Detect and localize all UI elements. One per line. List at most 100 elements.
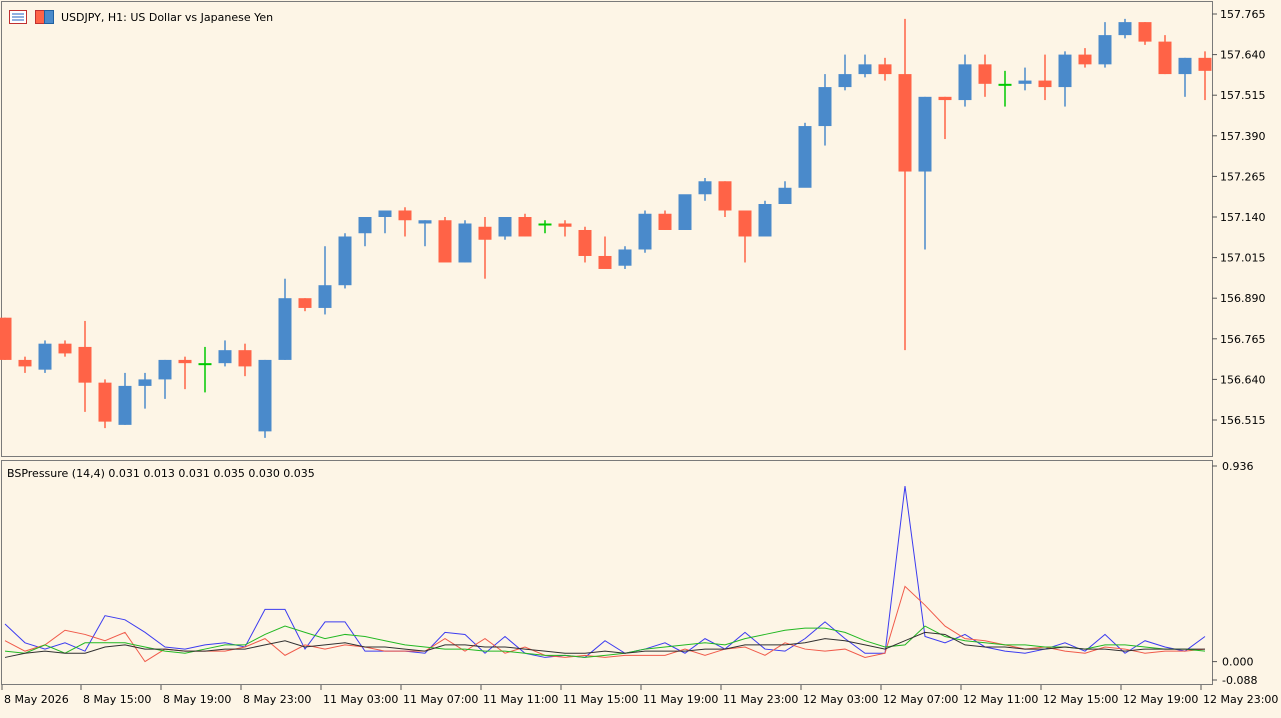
time-tick-label: 11 May 11:00 xyxy=(483,693,558,706)
one-click-trading-icon[interactable] xyxy=(35,10,54,24)
price-tick-label: 157.390 xyxy=(1220,130,1266,143)
time-tick-label: 8 May 19:00 xyxy=(163,693,231,706)
time-tick-label: 12 May 11:00 xyxy=(963,693,1038,706)
candle xyxy=(638,210,652,253)
candle-body xyxy=(138,379,152,386)
candle-body xyxy=(498,217,512,237)
candle xyxy=(338,233,352,289)
candle-body xyxy=(338,236,352,286)
candle xyxy=(258,359,272,438)
candle-body xyxy=(158,359,172,380)
candle-body xyxy=(1178,57,1192,75)
time-tick-label: 12 May 07:00 xyxy=(883,693,958,706)
candle-body xyxy=(1198,57,1212,71)
candle-body xyxy=(1058,54,1072,88)
candle-body xyxy=(778,187,792,205)
price-tick-label: 157.015 xyxy=(1220,252,1266,265)
time-tick-label: 11 May 03:00 xyxy=(323,693,398,706)
candle xyxy=(98,379,112,429)
candle-body xyxy=(458,223,472,263)
time-tick-label: 11 May 15:00 xyxy=(563,693,638,706)
candle-body xyxy=(698,181,712,195)
candle-body xyxy=(1118,22,1132,36)
candle xyxy=(618,246,632,269)
candle-body xyxy=(178,359,192,364)
chart-background xyxy=(0,0,1281,714)
candle-body xyxy=(598,255,612,269)
time-tick-label: 8 May 23:00 xyxy=(243,693,311,706)
indicator-tick-label: 0.000 xyxy=(1222,656,1254,669)
candle-body xyxy=(1018,80,1032,84)
candle-body xyxy=(618,249,632,266)
candle-body xyxy=(418,220,432,224)
candle-body xyxy=(198,363,212,366)
candle-body xyxy=(518,217,532,237)
candle-body xyxy=(718,181,732,211)
time-tick-label: 12 May 23:00 xyxy=(1203,693,1278,706)
candle-body xyxy=(78,346,92,383)
candle-body xyxy=(918,96,932,172)
candle-body xyxy=(858,64,872,75)
time-tick-label: 11 May 19:00 xyxy=(643,693,718,706)
candle-body xyxy=(678,194,692,230)
candle-body xyxy=(438,220,452,263)
price-tick-label: 156.890 xyxy=(1220,292,1266,305)
candle xyxy=(1138,22,1152,45)
candle xyxy=(758,200,772,237)
candle xyxy=(678,194,692,230)
candle xyxy=(0,317,12,360)
candle-body xyxy=(218,350,232,364)
candle-body xyxy=(318,285,332,308)
candle-body xyxy=(398,210,412,221)
indicator-tick-label: 0.936 xyxy=(1222,460,1254,473)
price-tick-label: 156.765 xyxy=(1220,333,1266,346)
candle-body xyxy=(938,96,952,101)
time-tick-label: 12 May 19:00 xyxy=(1123,693,1198,706)
candle-body xyxy=(238,350,252,367)
price-tick-label: 157.515 xyxy=(1220,89,1266,102)
price-tick-label: 157.640 xyxy=(1220,49,1266,62)
price-tick-label: 157.765 xyxy=(1220,8,1266,21)
candle-body xyxy=(1098,35,1112,65)
candle-body xyxy=(1038,80,1052,88)
candle-body xyxy=(38,343,52,370)
candle-body xyxy=(258,359,272,432)
time-tick-label: 8 May 2026 xyxy=(4,693,69,706)
chart-menu-icon[interactable] xyxy=(9,10,27,24)
candle xyxy=(458,220,472,263)
candle-body xyxy=(958,64,972,101)
candle-body xyxy=(18,359,32,367)
time-tick-label: 12 May 15:00 xyxy=(1043,693,1118,706)
candle xyxy=(518,213,532,237)
candle-body xyxy=(838,74,852,88)
candle-body xyxy=(818,87,832,127)
candle-body xyxy=(998,83,1012,86)
candle-body xyxy=(98,382,112,422)
candle-body xyxy=(978,64,992,84)
candle-body xyxy=(1078,54,1092,65)
candle-body xyxy=(1158,41,1172,75)
time-tick-label: 11 May 07:00 xyxy=(403,693,478,706)
candle-body xyxy=(878,64,892,75)
candle-body xyxy=(738,210,752,237)
candle-body xyxy=(538,223,552,226)
candle-body xyxy=(658,213,672,230)
time-tick-label: 12 May 03:00 xyxy=(803,693,878,706)
price-chart-canvas[interactable]: USDJPY, H1: US Dollar vs Japanese Yen BS… xyxy=(0,0,1281,714)
time-tick-label: 8 May 15:00 xyxy=(83,693,151,706)
candle-body xyxy=(558,223,572,227)
candle-body xyxy=(798,126,812,188)
candle xyxy=(498,217,512,240)
candle-body xyxy=(278,298,292,360)
time-tick-label: 11 May 23:00 xyxy=(723,693,798,706)
candle-body xyxy=(478,226,492,240)
chart-window: USDJPY, H1: US Dollar vs Japanese Yen BS… xyxy=(0,0,1281,714)
candle-body xyxy=(298,298,312,308)
price-tick-label: 156.640 xyxy=(1220,373,1266,386)
symbol-title: USDJPY, H1: US Dollar vs Japanese Yen xyxy=(61,11,273,24)
candle-body xyxy=(0,317,12,360)
candle-body xyxy=(578,229,592,256)
candle xyxy=(438,217,452,263)
candle-body xyxy=(1138,22,1152,42)
candle-body xyxy=(58,343,72,354)
